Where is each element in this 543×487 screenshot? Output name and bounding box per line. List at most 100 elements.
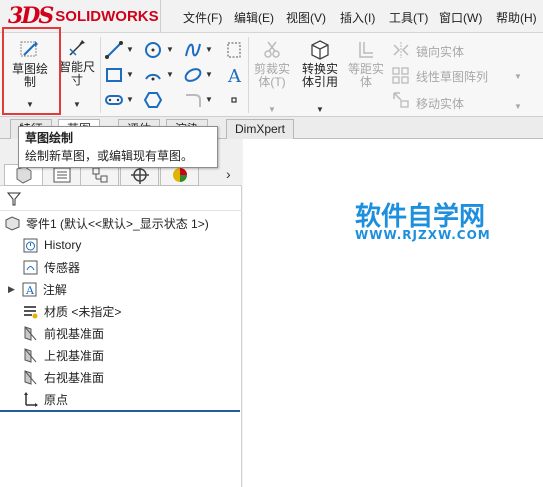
svg-text:A: A (227, 66, 242, 85)
tree-item-sensors[interactable]: 传感器 (22, 257, 80, 277)
mirror-entities-label[interactable]: 镜向实体 (416, 43, 464, 60)
sketch-highlight-box (2, 27, 61, 115)
feature-manager-panel: › 零件1 (默认<<默认>_显示状态 1>) History 传感器 ▶ A … (0, 139, 242, 487)
linear-pattern-dropdown-icon[interactable]: ▼ (514, 72, 522, 81)
convert-label-2: 体引用 (301, 75, 338, 89)
tree-item-annotations[interactable]: ▶ A 注解 (8, 279, 67, 299)
arc-dropdown-icon[interactable]: ▼ (166, 70, 174, 79)
offset-label-2: 体 (359, 75, 372, 89)
convert-entities-icon (311, 40, 329, 60)
tooltip-description: 绘制新草图，或编辑现有草图。 (25, 149, 194, 163)
divider (160, 0, 161, 33)
move-dropdown-icon[interactable]: ▼ (514, 102, 522, 111)
trim-dropdown-icon[interactable]: ▼ (268, 105, 276, 114)
display-pie-icon (173, 168, 187, 182)
circle-dropdown-icon[interactable]: ▼ (166, 45, 174, 54)
menu-insert[interactable]: 插入(I) (340, 9, 375, 26)
tooltip: 草图绘制 绘制新草图，或编辑现有草图。 (18, 126, 218, 168)
tree-item-label: 材质 <未指定> (44, 304, 122, 319)
featuremanager-icon (16, 166, 32, 184)
menu-file[interactable]: 文件(F) (183, 9, 222, 26)
chevron-right-icon[interactable]: › (226, 166, 231, 182)
logo-mark: 3DS (8, 3, 54, 29)
tree-item-history[interactable]: History (22, 235, 81, 255)
tree-root-label: 零件1 (默认<<默认>_显示状态 1>) (26, 216, 209, 231)
offset-icon (359, 42, 373, 58)
filter-row (0, 187, 242, 211)
move-entities-label[interactable]: 移动实体 (416, 95, 464, 112)
graphics-area[interactable]: 软件自学网 WWW.RJZXW.COM (243, 139, 543, 487)
material-icon (24, 305, 38, 318)
menu-tools[interactable]: 工具(T) (389, 9, 428, 26)
point-icon[interactable] (224, 90, 244, 110)
property-list-icon (53, 167, 71, 183)
fillet-dropdown-icon[interactable]: ▼ (205, 95, 213, 104)
convert-dropdown-icon[interactable]: ▼ (316, 105, 324, 114)
polygon-icon[interactable] (143, 90, 163, 110)
command-manager: 草图绘 制 ▼ 智能尺 寸 ▼ ▼ ▼ ▼ ▼ ▼ ▼ A ▼ ▼ 剪裁实 体(… (0, 33, 543, 117)
smart-dim-label-2: 寸 (70, 73, 83, 87)
move-entities-icon[interactable] (391, 90, 411, 110)
trim-icon (264, 41, 280, 58)
linear-pattern-icon[interactable] (391, 65, 411, 85)
tree-item-label: 上视基准面 (44, 348, 105, 363)
smart-dim-dropdown-icon[interactable]: ▼ (73, 100, 81, 109)
logo-text: SOLIDWORKS (55, 7, 159, 25)
plane-icon (24, 347, 37, 363)
menu-edit[interactable]: 编辑(E) (234, 9, 274, 26)
tree-item-label: 右视基准面 (44, 370, 105, 385)
slot-icon[interactable] (104, 90, 124, 110)
tree-item-top-plane[interactable]: 上视基准面 (22, 345, 104, 365)
trim-entities-button[interactable]: 剪裁实 体(T) (250, 39, 294, 89)
menu-view[interactable]: 视图(V) (286, 9, 326, 26)
line-dropdown-icon[interactable]: ▼ (126, 45, 134, 54)
configuration-icon (92, 167, 108, 183)
crosshair-icon (131, 166, 149, 184)
construction-geometry-icon[interactable] (224, 40, 244, 60)
trim-label-2: 体(T) (258, 75, 286, 89)
tab-dimxpert[interactable]: DimXpert (226, 119, 295, 139)
spline-dropdown-icon[interactable]: ▼ (205, 45, 213, 54)
history-icon (23, 238, 38, 252)
title-bar: 3DS SOLIDWORKS 文件(F) 编辑(E) 视图(V) 插入(I) 工… (0, 0, 543, 33)
annotation-icon: A (22, 282, 37, 297)
rectangle-icon[interactable] (104, 65, 124, 85)
mirror-icon[interactable] (391, 40, 411, 60)
svg-text:A: A (25, 284, 35, 297)
tree-item-label: 传感器 (44, 260, 81, 275)
solidworks-logo[interactable]: 3DS SOLIDWORKS (8, 2, 159, 30)
convert-entities-button[interactable]: 转换实 体引用 (297, 39, 343, 89)
slot-dropdown-icon[interactable]: ▼ (126, 95, 134, 104)
divider (248, 37, 249, 113)
ellipse-dropdown-icon[interactable]: ▼ (205, 70, 213, 79)
line-icon[interactable] (104, 40, 124, 60)
watermark-url: WWW.RJZXW.COM (355, 228, 491, 242)
ellipse-icon[interactable] (183, 65, 203, 85)
expand-arrow-icon[interactable]: ▶ (8, 284, 15, 295)
part-icon (5, 215, 20, 231)
tree-item-label: 注解 (42, 282, 67, 297)
text-icon[interactable]: A (224, 65, 244, 85)
plane-icon (24, 325, 37, 341)
menu-window[interactable]: 窗口(W) (439, 9, 482, 26)
menu-help[interactable]: 帮助(H) (496, 9, 537, 26)
arc-icon[interactable] (143, 65, 163, 85)
origin-icon (24, 391, 38, 407)
tree-item-label: 前视基准面 (44, 326, 105, 341)
linear-pattern-label[interactable]: 线性草图阵列 (416, 68, 488, 85)
rollback-bar[interactable] (0, 410, 240, 412)
tree-item-material[interactable]: 材质 <未指定> (22, 301, 121, 321)
tree-item-front-plane[interactable]: 前视基准面 (22, 323, 104, 343)
spline-icon[interactable] (183, 40, 203, 60)
circle-icon[interactable] (143, 40, 163, 60)
tree-root-part[interactable]: 零件1 (默认<<默认>_显示状态 1>) (4, 213, 209, 233)
tree-item-right-plane[interactable]: 右视基准面 (22, 367, 104, 387)
fillet-icon[interactable] (183, 90, 203, 110)
smart-dimension-button[interactable]: 智能尺 寸 (55, 37, 99, 87)
filter-icon[interactable] (6, 191, 22, 207)
tree-item-origin[interactable]: 原点 (22, 389, 68, 409)
tree-item-label: 原点 (44, 392, 69, 407)
offset-entities-button[interactable]: 等距实 体 (344, 39, 388, 89)
rectangle-dropdown-icon[interactable]: ▼ (126, 70, 134, 79)
sensor-icon (23, 260, 38, 274)
